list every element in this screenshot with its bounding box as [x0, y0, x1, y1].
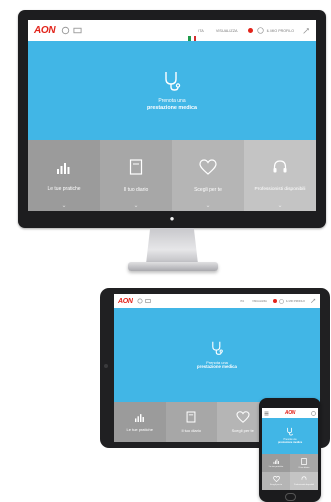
mail-icon[interactable] — [73, 26, 82, 35]
home-button[interactable] — [285, 493, 296, 501]
diary-icon — [301, 457, 307, 465]
user-avatar-icon[interactable] — [279, 298, 284, 304]
language-selector[interactable]: ITA — [240, 300, 244, 303]
apple-logo-icon: ● — [169, 214, 175, 223]
heart-icon — [236, 411, 250, 423]
user-profile-link[interactable]: IL MIO PROFILO — [267, 29, 294, 33]
tile-label: Il tuo diario — [181, 428, 202, 433]
stethoscope-icon — [287, 428, 293, 436]
tile-il-tuo-diario[interactable]: Il tuo diario — [165, 402, 217, 442]
hero-banner[interactable]: Prenota una prestazione medica — [114, 308, 320, 402]
menu-icon[interactable] — [264, 411, 269, 416]
chevron-down-icon: ⌄ — [61, 203, 67, 209]
tile-label: Scegli per te — [231, 428, 254, 433]
tile-il-tuo-diario[interactable]: Il tuo diario — [290, 454, 318, 472]
support-icon[interactable] — [137, 298, 143, 304]
bar-chart-icon — [57, 162, 70, 174]
user-avatar-icon[interactable] — [256, 27, 264, 34]
tile-professionisti-disponibili[interactable]: Professionisti disponibili — [290, 472, 318, 490]
monitor-stand-base — [128, 262, 218, 271]
site-header: AON ITA VISUALIZZA IL MIO PROFILO — [28, 20, 316, 42]
hero-title: prestazione medica — [277, 440, 303, 444]
heart-icon — [199, 158, 217, 175]
italian-flag-icon[interactable] — [232, 299, 239, 312]
diary-icon — [186, 411, 196, 423]
stethoscope-icon — [165, 72, 181, 91]
tile-label: Le tue pratiche — [126, 427, 153, 432]
tile-le-tue-pratiche[interactable]: Le tue pratiche — [114, 402, 166, 442]
hero-title: prestazione medica — [146, 104, 198, 111]
italian-flag-icon[interactable] — [188, 28, 197, 41]
chevron-down-icon: ⌄ — [133, 203, 139, 209]
tile-label: Scegli per te — [269, 484, 283, 486]
hero-title: prestazione medica — [197, 364, 237, 370]
tile-label: Il tuo diario — [123, 186, 149, 193]
chevron-down-icon: ⌄ — [205, 203, 211, 209]
heart-icon — [272, 476, 280, 482]
tile-scegli-per-te[interactable]: Scegli per te ⌄ — [172, 140, 244, 211]
aon-logo[interactable]: AON — [285, 410, 296, 416]
tile-il-tuo-diario[interactable]: Il tuo diario ⌄ — [100, 140, 172, 211]
hero-banner[interactable]: Prenota una prestazione medica — [28, 41, 316, 140]
tiles-grid: Le tue pratiche Il tuo diario Scegli per… — [262, 454, 318, 490]
language-selector[interactable]: ITA — [198, 29, 204, 33]
phone-device: AON Prenota una prestazione medica Le tu… — [259, 398, 321, 502]
monitor-stand — [146, 228, 198, 264]
mail-icon[interactable] — [144, 298, 151, 304]
desktop-monitor: AON ITA VISUALIZZA IL MIO PROFILO Prenot… — [18, 10, 326, 228]
site-header: AON ITA VISUALIZZA IL MIO PROFILO — [114, 294, 320, 312]
settings-icon[interactable] — [310, 298, 316, 304]
header-center-label[interactable]: VISUALIZZA — [216, 29, 238, 33]
support-icon[interactable] — [61, 26, 70, 35]
chevron-down-icon: ⌄ — [277, 203, 283, 209]
aon-logo[interactable]: AON — [118, 298, 133, 305]
tile-scegli-per-te[interactable]: Scegli per te — [262, 472, 290, 490]
notification-icon[interactable] — [247, 28, 253, 33]
user-profile-link[interactable]: IL MIO PROFILO — [286, 300, 305, 303]
header-center-label[interactable]: VISUALIZZA — [252, 300, 267, 303]
bar-chart-icon — [134, 414, 144, 422]
notification-icon[interactable] — [272, 299, 277, 303]
tile-label: Le tue pratiche — [47, 185, 81, 192]
tile-label: Professionisti disponibili — [293, 484, 315, 486]
tile-label: Le tue pratiche — [268, 466, 284, 468]
tile-label: Il tuo diario — [298, 466, 310, 469]
tile-label: Professionisti disponibili — [254, 187, 306, 192]
tiles-row: Le tue pratiche ⌄ Il tuo diario ⌄ Scegli… — [28, 140, 316, 211]
phone-screen: AON Prenota una prestazione medica Le tu… — [262, 408, 318, 490]
diary-icon — [129, 158, 143, 175]
headset-icon — [301, 476, 307, 480]
settings-icon[interactable] — [302, 27, 310, 35]
tablet-camera — [104, 364, 108, 368]
headset-icon — [273, 160, 287, 173]
stethoscope-icon — [212, 341, 223, 355]
tile-le-tue-pratiche[interactable]: Le tue pratiche ⌄ — [28, 140, 100, 211]
bar-chart-icon — [273, 459, 279, 464]
desktop-screen: AON ITA VISUALIZZA IL MIO PROFILO Prenot… — [28, 20, 316, 211]
aon-logo[interactable]: AON — [34, 25, 56, 36]
tile-le-tue-pratiche[interactable]: Le tue pratiche — [262, 454, 290, 472]
hero-banner[interactable]: Prenota una prestazione medica — [262, 418, 318, 454]
user-avatar-icon[interactable] — [311, 410, 316, 416]
tile-label: Scegli per te — [194, 186, 222, 193]
tile-professionisti-disponibili[interactable]: Professionisti disponibili ⌄ — [244, 140, 316, 211]
